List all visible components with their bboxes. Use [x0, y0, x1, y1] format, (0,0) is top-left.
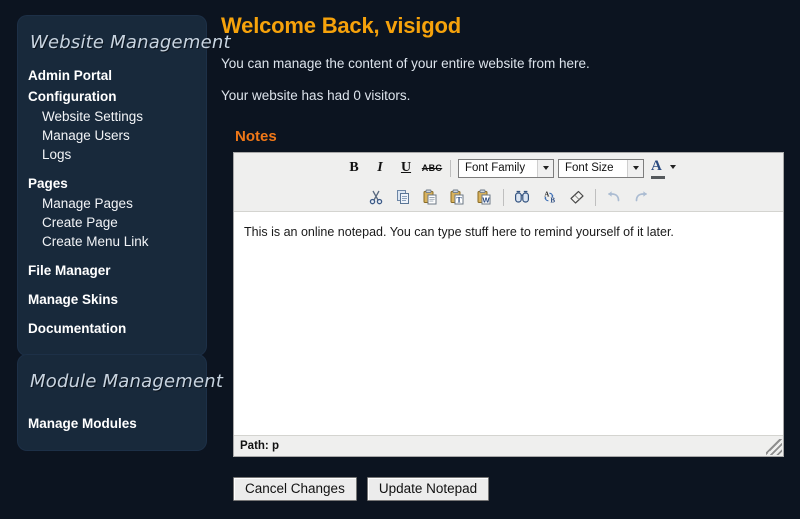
sidebar-item-manage-modules[interactable]: Manage Modules	[18, 413, 206, 434]
undo-icon[interactable]	[602, 186, 627, 209]
sidebar-item-label: Manage Modules	[28, 416, 137, 431]
svg-text:W: W	[482, 195, 490, 204]
sidebar-item-manage-pages[interactable]: Manage Pages	[18, 194, 206, 213]
sidebar-item-label: Manage Skins	[28, 292, 119, 307]
sidebar-item-configuration[interactable]: Configuration	[18, 86, 206, 107]
page-title: Welcome Back, visigod	[221, 13, 461, 38]
italic-button[interactable]: I	[368, 157, 392, 180]
notepad-editor: B I U ABC Font Family Font Size A T W A …	[233, 152, 784, 457]
editor-statusbar: Path: p	[234, 435, 783, 456]
update-notepad-button[interactable]: Update Notepad	[366, 477, 490, 501]
text-color-button[interactable]: A	[651, 157, 665, 179]
font-size-value: Font Size	[565, 162, 614, 174]
sidebar-item-file-manager[interactable]: File Manager	[18, 260, 206, 281]
notepad-text-area[interactable]: This is an online notepad. You can type …	[234, 212, 783, 436]
sidebar-item-create-menu-link[interactable]: Create Menu Link	[18, 232, 206, 251]
editor-toolbar-row-2: T W A B	[234, 183, 783, 212]
toolbar-separator	[502, 188, 504, 206]
sidebar-item-label: Create Menu Link	[42, 234, 149, 249]
website-management-nav: Admin Portal Configuration Website Setti…	[18, 65, 206, 339]
text-color-icon: A	[651, 157, 665, 179]
sidebar-item-manage-users[interactable]: Manage Users	[18, 126, 206, 145]
sidebar-item-label: Documentation	[28, 321, 127, 336]
panel-website-management-title: Website Management	[30, 32, 231, 53]
module-management-nav: Manage Modules	[18, 413, 206, 434]
notepad-content-paragraph: This is an online notepad. You can type …	[244, 225, 674, 239]
sidebar-item-label: Manage Pages	[42, 196, 133, 211]
editor-toolbar-row-1: B I U ABC Font Family Font Size A	[234, 153, 783, 183]
copy-icon[interactable]	[391, 186, 416, 209]
paste-icon[interactable]	[418, 186, 443, 209]
sidebar-item-admin-portal[interactable]: Admin Portal	[18, 65, 206, 86]
editor-resize-handle[interactable]	[766, 439, 782, 455]
cancel-changes-button[interactable]: Cancel Changes	[233, 477, 357, 501]
sidebar-item-logs[interactable]: Logs	[18, 145, 206, 164]
svg-text:B: B	[550, 197, 555, 205]
sidebar-item-label: Pages	[28, 176, 68, 191]
font-family-value: Font Family	[465, 162, 526, 174]
font-size-select[interactable]: Font Size	[558, 158, 644, 178]
redo-icon[interactable]	[629, 186, 654, 209]
panel-website-management: Website Management Admin Portal Configur…	[18, 16, 231, 355]
font-family-select[interactable]: Font Family	[458, 158, 554, 178]
main-content: Welcome Back, visigod You can manage the…	[215, 0, 800, 519]
sidebar-item-label: Create Page	[42, 215, 118, 230]
bold-button[interactable]: B	[342, 157, 366, 180]
sidebar-item-documentation[interactable]: Documentation	[18, 318, 206, 339]
sidebar: Website Management Admin Portal Configur…	[0, 0, 231, 519]
intro-text-line-2: Your website has had 0 visitors.	[221, 88, 411, 103]
toolbar-separator	[594, 188, 596, 206]
paste-as-text-icon[interactable]: T	[445, 186, 470, 209]
sidebar-item-website-settings[interactable]: Website Settings	[18, 107, 206, 126]
strikethrough-button[interactable]: ABC	[420, 157, 444, 180]
form-actions: Cancel Changes Update Notepad	[233, 477, 490, 501]
text-color-letter: A	[651, 158, 662, 174]
notes-section-heading: Notes	[235, 128, 277, 145]
sidebar-item-label: File Manager	[28, 263, 111, 278]
chevron-down-icon	[537, 159, 553, 177]
panel-module-management: Module Management Manage Modules	[18, 355, 224, 450]
underline-button[interactable]: U	[394, 157, 418, 180]
cut-icon[interactable]	[364, 186, 389, 209]
paste-from-word-icon[interactable]: W	[472, 186, 497, 209]
find-replace-icon[interactable]: A B	[537, 186, 562, 209]
sidebar-item-manage-skins[interactable]: Manage Skins	[18, 289, 206, 310]
editor-path-status: Path: p	[240, 440, 279, 452]
sidebar-item-label: Admin Portal	[28, 68, 113, 83]
panel-module-management-title: Module Management	[30, 371, 224, 392]
sidebar-item-label: Website Settings	[42, 109, 144, 124]
text-color-chevron-down-icon[interactable]	[670, 164, 676, 169]
sidebar-item-label: Manage Users	[42, 128, 130, 143]
chevron-down-icon	[627, 159, 643, 177]
remove-formatting-icon[interactable]	[564, 186, 589, 209]
sidebar-item-label: Configuration	[28, 89, 117, 104]
sidebar-item-pages[interactable]: Pages	[18, 173, 206, 194]
intro-text-line-1: You can manage the content of your entir…	[221, 56, 590, 71]
find-icon[interactable]	[510, 186, 535, 209]
toolbar-separator	[450, 159, 451, 177]
sidebar-item-label: Logs	[42, 147, 72, 162]
svg-text:T: T	[456, 195, 462, 204]
sidebar-item-create-page[interactable]: Create Page	[18, 213, 206, 232]
